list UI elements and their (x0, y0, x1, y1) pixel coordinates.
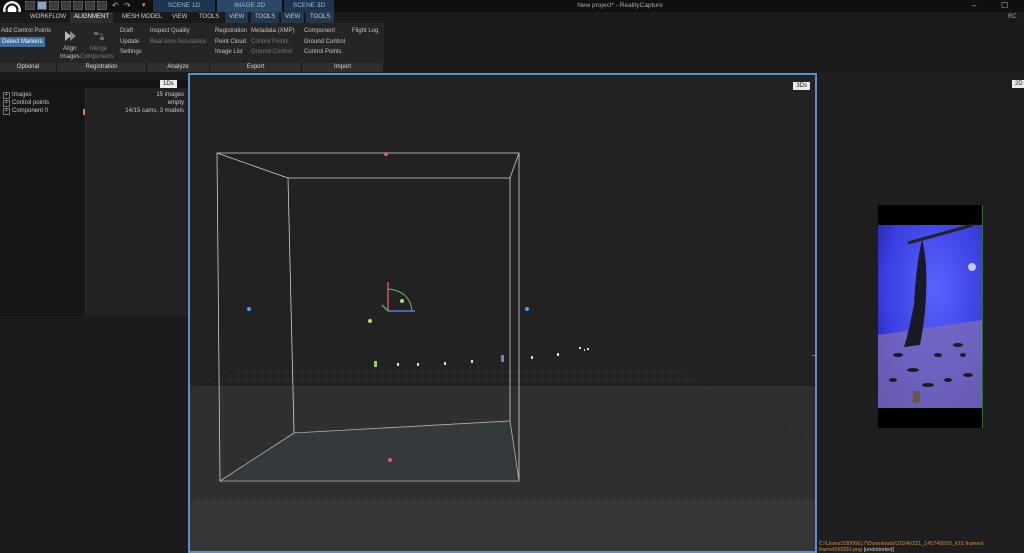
merge-components-icon[interactable] (93, 29, 105, 41)
group-export: Export (210, 63, 302, 72)
ground-grid-near (190, 500, 815, 551)
align-images-icon[interactable] (64, 29, 76, 41)
layout-icon[interactable] (61, 1, 71, 10)
scene-tab-image-2d[interactable]: IMAGE 2D (217, 0, 282, 12)
import-flight-log-button[interactable]: Flight Log (352, 26, 378, 36)
project-tree (0, 88, 86, 316)
group-analyze: Analyze (147, 63, 210, 72)
tab-mesh-model[interactable]: MESH MODEL (118, 12, 166, 23)
group-import: Import (302, 63, 384, 72)
export-point-cloud-button[interactable]: Point Cloud (215, 37, 246, 47)
settings-button[interactable]: Settings (120, 47, 142, 57)
export-image-list-button[interactable]: Image List (215, 47, 243, 57)
undo-icon[interactable]: ↶ (112, 0, 119, 12)
tab-workflow[interactable]: WORKFLOW (26, 12, 70, 23)
layout-icon[interactable] (85, 1, 95, 10)
box-handle-center (368, 319, 372, 323)
left-lower-panel (0, 318, 188, 553)
view-badge-1ds[interactable]: 1Ds (160, 80, 177, 88)
file-name: frame000000.png (819, 547, 863, 553)
tab-view[interactable]: VIEW (168, 12, 191, 23)
images-count: 15 images (156, 92, 184, 98)
tree-item-label: Component 0 (12, 108, 49, 114)
view-badge-2d[interactable]: 2D (1012, 80, 1024, 88)
undistorted-tag: [undistorted] (863, 547, 894, 553)
import-component-button[interactable]: Component (304, 26, 335, 36)
layout-icon[interactable] (25, 1, 35, 10)
view-badge-3ds[interactable]: 3Ds (793, 82, 810, 90)
tab-tools-2d[interactable]: TOOLS (251, 12, 280, 23)
box-handle-right (525, 307, 529, 311)
export-registration-button[interactable]: Registration (215, 26, 247, 36)
sparse-point-cloud (374, 347, 589, 367)
tab-tools[interactable]: TOOLS (195, 12, 223, 23)
image-frame[interactable] (878, 205, 983, 428)
window-title: New project* - RealityCapture (577, 2, 663, 9)
tree-item-component[interactable]: + Component 0 (3, 108, 48, 115)
import-ground-control-button[interactable]: Ground Control (304, 37, 345, 47)
tab-view-2d[interactable]: VIEW (225, 12, 249, 23)
merge-components-label: Components (80, 54, 115, 60)
box-handle-left (247, 307, 251, 311)
layout-icon[interactable] (97, 1, 107, 10)
scene-3d-viewport[interactable]: 3Ds (188, 73, 817, 553)
maximize-button[interactable]: ☐ (1001, 0, 1008, 12)
image-file-path: C:\Users\23006617\Downloads\20240221_145… (819, 541, 1024, 553)
group-optional: Optional (0, 63, 57, 72)
project-info (86, 88, 188, 316)
component-summary: 14/15 cams, 3 models (125, 108, 184, 114)
export-ground-control-button[interactable]: Ground Control (251, 47, 292, 57)
group-registration: Registration (57, 63, 147, 72)
export-control-points-button[interactable]: Control Points (251, 37, 289, 47)
control-points-count: empty (167, 100, 184, 106)
tab-view-3d[interactable]: VIEW (281, 12, 305, 23)
transform-gizmo (381, 282, 415, 312)
draft-button[interactable]: Draft (120, 26, 133, 36)
box-handle-top (384, 152, 388, 156)
layout-icon[interactable] (37, 1, 47, 10)
viewport-splitter[interactable] (812, 355, 817, 356)
inspect-quality-button[interactable]: Inspect Quality (150, 26, 190, 36)
expand-icon[interactable]: + (3, 92, 10, 99)
update-button[interactable]: Update (120, 37, 139, 47)
quick-access-icon[interactable]: ▾ (142, 0, 146, 12)
redo-icon[interactable]: ↷ (124, 0, 131, 12)
layout-icon[interactable] (49, 1, 59, 10)
image-preview (878, 223, 982, 408)
user-badge: RC (1008, 14, 1017, 20)
tree-item-label: Control points (12, 100, 50, 106)
tree-item-label: Images (12, 92, 32, 98)
scene-tab-3d[interactable]: SCENE 3D (284, 0, 334, 12)
scene-3d-canvas[interactable] (190, 75, 815, 551)
expand-icon[interactable]: + (3, 100, 10, 107)
detect-markers-button[interactable]: Detect Markers (0, 37, 45, 47)
scene-tab-1d[interactable]: SCENE 1D (153, 0, 215, 12)
tab-tools-3d[interactable]: TOOLS (306, 12, 335, 23)
tab-alignment[interactable]: ALIGNMENT (70, 12, 114, 23)
align-images-label: Images (60, 54, 80, 60)
add-control-points-button[interactable]: Add Control Points (1, 26, 51, 36)
import-control-points-button[interactable]: Control Points (304, 47, 342, 57)
tree-item-control-points[interactable]: + Control points (3, 100, 49, 107)
component-marker-icon (83, 109, 85, 115)
layout-icon[interactable] (73, 1, 83, 10)
realtime-assistance-button[interactable]: Real-time Assistance (150, 37, 206, 47)
export-metadata-button[interactable]: Metadata (XMP) (251, 26, 295, 36)
expand-icon[interactable]: + (3, 108, 10, 115)
box-handle-bottom (388, 458, 392, 462)
minimize-button[interactable]: – (972, 0, 976, 12)
tree-item-images[interactable]: + Images (3, 92, 32, 99)
